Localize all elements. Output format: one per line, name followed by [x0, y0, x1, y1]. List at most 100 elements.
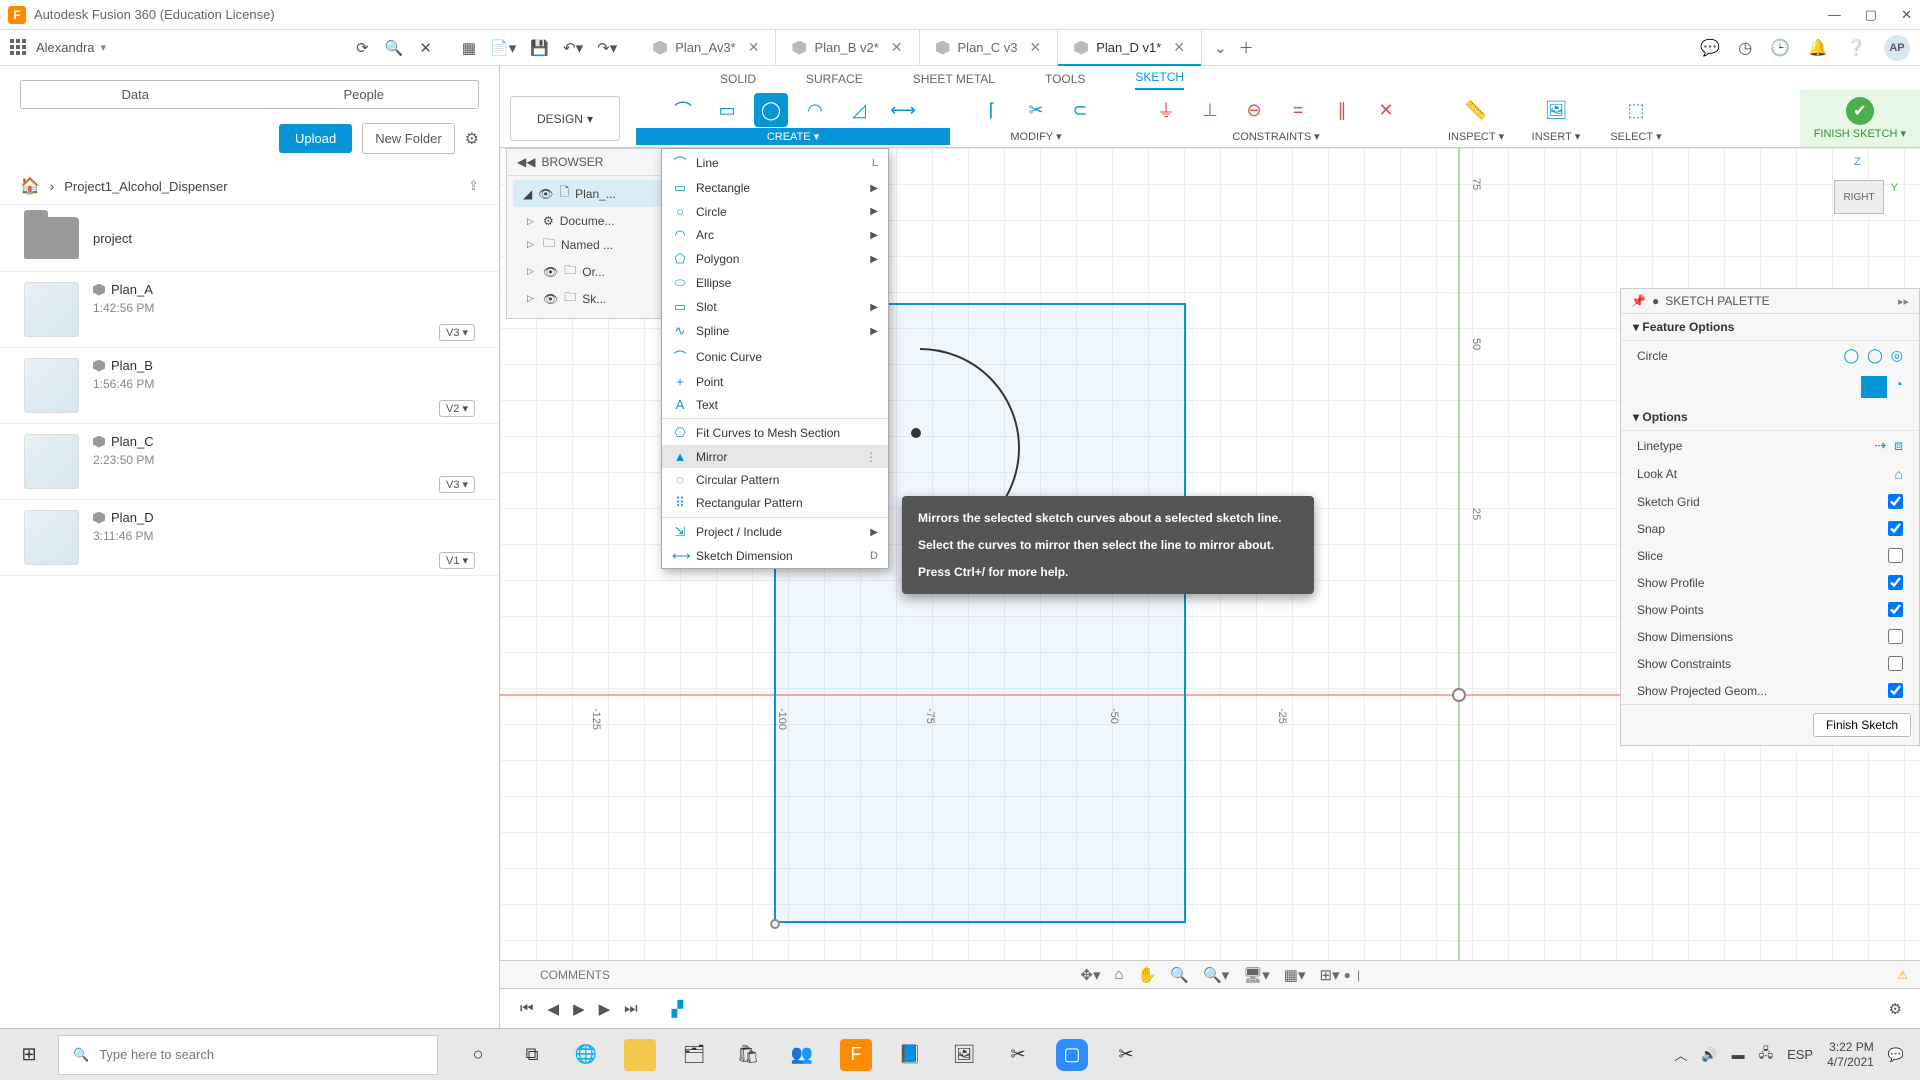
expand-icon[interactable]: ▸▸	[1898, 295, 1909, 308]
construction-icon[interactable]: ⧈	[1894, 437, 1903, 454]
view-cube[interactable]: Z Y RIGHT	[1824, 156, 1894, 226]
mirror-tool-icon[interactable]: ◿	[842, 93, 876, 127]
help-icon[interactable]: ❔	[1846, 38, 1866, 58]
zoom-icon[interactable]: 🔍	[1170, 966, 1189, 984]
tab-sheet-metal[interactable]: SHEET METAL	[913, 72, 995, 90]
chevron-down-icon[interactable]: ▾	[101, 41, 107, 54]
orbit-icon[interactable]: ✥▾	[1080, 966, 1100, 984]
sketch-point[interactable]	[911, 428, 921, 438]
menu-item-line[interactable]: ⌒LineL	[662, 149, 888, 176]
file-row-plan-d[interactable]: Plan_D 3:11:46 PM V1▾	[0, 500, 499, 576]
tangent-constraint-icon[interactable]: ⊖	[1237, 93, 1271, 127]
finish-sketch-button[interactable]: ✔ FINISH SKETCH ▾	[1800, 90, 1920, 147]
timeline-play-icon[interactable]: ▶	[573, 1000, 585, 1018]
store-icon[interactable]: 🛍	[732, 1039, 764, 1071]
doc-tab-plan-d[interactable]: Plan_D v1* ✕	[1058, 30, 1202, 65]
menu-item-ellipse[interactable]: ⬭Ellipse	[662, 271, 888, 295]
display-icon[interactable]: 🖥▾	[1243, 966, 1270, 984]
upload-button[interactable]: Upload	[279, 124, 352, 153]
menu-item-polygon[interactable]: ⬠Polygon▶	[662, 247, 888, 271]
taskview-icon[interactable]: ⧉	[516, 1039, 548, 1071]
hub-icon[interactable]	[10, 39, 28, 57]
tab-surface[interactable]: SURFACE	[806, 72, 863, 90]
menu-item-fit-curves-to-mesh-section[interactable]: ⎔Fit Curves to Mesh Section	[662, 421, 888, 445]
fit-icon[interactable]: 🔍▾	[1203, 966, 1229, 984]
cortana-icon[interactable]: ○	[462, 1039, 494, 1071]
close-icon[interactable]: ✕	[1030, 39, 1042, 56]
wifi-icon[interactable]: 🖧	[1759, 1044, 1774, 1066]
dimension-tool-icon[interactable]: ⟷	[886, 93, 920, 127]
circle-type-icon[interactable]: ◯	[1843, 347, 1859, 364]
snip-icon[interactable]: ✂	[1002, 1039, 1034, 1071]
file-dropdown-icon[interactable]: 📄▾	[490, 39, 516, 57]
redo-icon[interactable]: ↷▾	[597, 39, 617, 57]
insert-tool-icon[interactable]: 🖼	[1539, 93, 1573, 127]
teams-icon[interactable]: 👥	[786, 1039, 818, 1071]
menu-item-rectangle[interactable]: ▭Rectangle▶	[662, 176, 888, 200]
origin-point[interactable]	[1452, 688, 1466, 702]
option-checkbox[interactable]	[1888, 575, 1903, 590]
option-checkbox[interactable]	[1888, 683, 1903, 698]
version-badge[interactable]: V1▾	[439, 552, 475, 569]
version-badge[interactable]: V3▾	[439, 476, 475, 493]
apps-grid-icon[interactable]: ▦	[462, 39, 476, 57]
fusion-icon[interactable]: F	[840, 1039, 872, 1071]
window-close-icon[interactable]: ✕	[1901, 7, 1912, 23]
grid-display-icon[interactable]: ▦▾	[1284, 966, 1306, 984]
tab-data[interactable]: Data	[21, 81, 250, 108]
notifications-icon[interactable]: 🔔	[1808, 38, 1828, 58]
canvas[interactable]: -125 -100 -75 -50 -25 25 50 75 ◀◀BROWSER…	[500, 148, 1920, 960]
close-icon[interactable]: ✕	[1173, 39, 1185, 56]
menu-item-rectangular-pattern[interactable]: ⠿Rectangular Pattern	[662, 491, 888, 515]
warning-icon[interactable]: ⚠	[1897, 968, 1908, 982]
action-center-icon[interactable]: 💬	[1888, 1047, 1904, 1063]
tab-tools[interactable]: TOOLS	[1045, 72, 1085, 90]
taskbar-clock[interactable]: 3:22 PM 4/7/2021	[1827, 1040, 1874, 1069]
clock-icon[interactable]: 🕒	[1770, 38, 1790, 58]
tray-chevron-icon[interactable]: ︿	[1674, 1045, 1687, 1064]
menu-item-mirror[interactable]: ▲Mirror⋮	[662, 445, 888, 468]
user-avatar[interactable]: AP	[1884, 35, 1910, 61]
option-checkbox[interactable]	[1888, 629, 1903, 644]
tab-sketch[interactable]: SKETCH	[1135, 70, 1184, 90]
menu-item-circular-pattern[interactable]: ◌Circular Pattern	[662, 468, 888, 491]
inspect-group-label[interactable]: INSPECT▾	[1442, 128, 1510, 145]
trim-tool-icon[interactable]: ✂	[1019, 93, 1053, 127]
version-badge[interactable]: V2▾	[439, 400, 475, 417]
folder-row[interactable]: project	[0, 205, 499, 272]
offset-tool-icon[interactable]: ⊂	[1063, 93, 1097, 127]
constraints-group-label[interactable]: CONSTRAINTS▾	[1122, 128, 1430, 145]
language-indicator[interactable]: ESP	[1787, 1047, 1813, 1062]
tab-people[interactable]: People	[250, 81, 479, 108]
pan-icon[interactable]: ✋	[1138, 966, 1157, 984]
create-group-label[interactable]: CREATE▾	[636, 128, 950, 145]
home-icon[interactable]: 🏠	[20, 176, 40, 196]
viewcube-face[interactable]: RIGHT	[1834, 180, 1884, 214]
browser-item[interactable]: ▷⚙Docume...	[507, 211, 685, 231]
username[interactable]: Alexandra	[36, 40, 95, 55]
timeline-settings-icon[interactable]: ⚙	[1889, 1000, 1902, 1018]
save-icon[interactable]: 💾	[530, 39, 549, 57]
finish-sketch-inline-button[interactable]: Finish Sketch	[1813, 713, 1911, 737]
arc-tool-icon[interactable]: ◠	[798, 93, 832, 127]
collapse-icon[interactable]: ◀◀	[517, 155, 535, 169]
version-badge[interactable]: V3▾	[439, 324, 475, 341]
zoom-icon[interactable]: ▢	[1056, 1039, 1088, 1071]
menu-item-slot[interactable]: ▭Slot▶	[662, 295, 888, 319]
color-swatch[interactable]	[1861, 376, 1887, 398]
close-icon[interactable]: ✕	[748, 39, 760, 56]
file-row-plan-b[interactable]: Plan_B 1:56:46 PM V2▾	[0, 348, 499, 424]
lookat-icon[interactable]: ⌂	[1895, 466, 1903, 482]
tab-solid[interactable]: SOLID	[720, 72, 756, 90]
extensions-icon[interactable]: 💬	[1700, 38, 1720, 58]
modify-group-label[interactable]: MODIFY▾	[962, 128, 1110, 145]
pin-icon[interactable]: 📌	[1631, 294, 1646, 308]
timeline-start-icon[interactable]: ⏮	[520, 1000, 534, 1017]
rectangle-tool-icon[interactable]: ▭	[710, 93, 744, 127]
gear-icon[interactable]: ⚙	[465, 129, 479, 149]
comments-label[interactable]: COMMENTS	[540, 968, 610, 982]
jobs-icon[interactable]: ◷	[1738, 38, 1752, 58]
option-checkbox[interactable]	[1888, 602, 1903, 617]
menu-item-spline[interactable]: ∿Spline▶	[662, 319, 888, 343]
option-checkbox[interactable]	[1888, 656, 1903, 671]
